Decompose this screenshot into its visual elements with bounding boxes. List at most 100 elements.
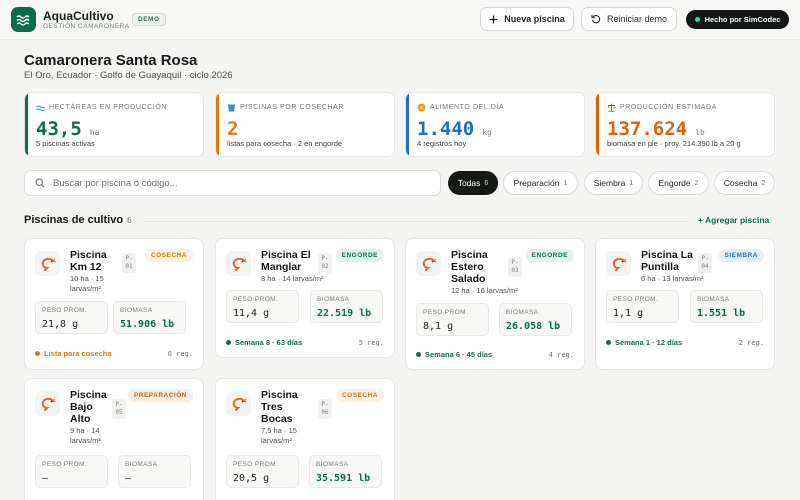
stat-value: 1.440 [417, 118, 475, 140]
section-divider [143, 221, 689, 222]
biomass-metric: BIOMASA 51.906 lb [113, 301, 186, 334]
record-count: 2 reg. [738, 339, 764, 347]
pool-status: Semana 8 · 63 días [226, 338, 302, 347]
scale-icon [607, 103, 616, 112]
stat-card-harvest: PISCINAS POR COSECHAR 2 listas para cose… [215, 92, 395, 157]
pool-card-p03[interactable]: Piscina Estero Salado P- 03 ENGORDE 12 ha ·… [405, 238, 585, 370]
stat-value-row: 137.624 lb [607, 118, 705, 140]
metric-value: 35.591 lb [316, 473, 371, 484]
pool-name-line: Piscina [261, 389, 298, 401]
pool-name-line: Bocas [261, 413, 293, 425]
metric-value: 20,5 g [233, 473, 270, 484]
app-logo[interactable] [11, 7, 36, 32]
filter-engorde[interactable]: Engorde 2 [648, 171, 709, 195]
pool-card-p04[interactable]: Piscina La Puntilla P- 04 SIEMBRA 6 ha · 1… [595, 238, 775, 370]
pool-status: Semana 1 · 12 días [606, 338, 682, 347]
pool-code: P- 06 [318, 399, 332, 419]
stat-value-row: 43,5 ha [36, 118, 99, 140]
metric-value: 11,4 g [233, 308, 270, 319]
stat-accent-bar [406, 93, 409, 156]
pool-card-p01[interactable]: Piscina Km 12 P- 01 COSECHA 10 ha · 15 larv… [24, 238, 204, 370]
stat-note: biomasa en pie · proy. 214.390 lb a 20 g [607, 139, 741, 148]
stat-note: 4 registros hoy [417, 139, 467, 148]
add-pool-link[interactable]: + Agregar piscina [698, 215, 769, 225]
pool-meta-line: 7,5 ha · 15 [261, 426, 297, 435]
filter-count: 6 [484, 179, 489, 187]
filter-cosecha[interactable]: Cosecha 2 [714, 171, 775, 195]
filter-count: 1 [629, 179, 634, 187]
stat-label: PRODUCCIÓN ESTIMADA [620, 104, 717, 111]
biomass-metric: BIOMASA 22.519 lb [310, 290, 383, 323]
pool-code: P- 02 [318, 253, 332, 273]
page-title: Camaronera Santa Rosa [24, 52, 198, 69]
search-placeholder: Buscar por piscina o código... [53, 177, 178, 189]
stat-unit: lb [695, 128, 705, 137]
weight-metric: PESO PROM. 21,8 g [35, 301, 108, 334]
metric-label: PESO PROM. [233, 296, 279, 303]
pool-name: Piscina Tres Bocas [261, 389, 298, 425]
stat-value: 137.624 [607, 118, 688, 140]
pool-code: P- 01 [122, 253, 136, 273]
record-count: 5 reg. [358, 339, 384, 347]
pool-card-p02[interactable]: Piscina El Manglar P- 02 ENGORDE 8 ha · 14… [215, 238, 395, 358]
status-dot-icon [35, 351, 40, 356]
pool-status-text: Lista para cosecha [44, 349, 112, 358]
pool-code-line: 04 [701, 263, 709, 270]
stat-unit: kg [482, 128, 492, 137]
section-title: Piscinas de cultivo [24, 214, 124, 226]
pool-name-line: Puntilla [641, 261, 679, 273]
pool-code-line: P- [125, 255, 133, 262]
metric-label: PESO PROM. [42, 461, 88, 468]
made-by-label: Hecho por SimCodec [704, 15, 781, 24]
stat-unit: ha [89, 128, 100, 137]
filter-preparacion[interactable]: Preparación 1 [503, 171, 578, 195]
weight-metric: PESO PROM. 8,1 g [416, 303, 489, 336]
status-badge: ENGORDE [335, 249, 384, 262]
stat-value: 43,5 [36, 118, 82, 140]
status-dot-icon [694, 17, 700, 22]
status-dot-icon [226, 340, 231, 345]
biomass-metric: BIOMASA 35.591 lb [309, 455, 382, 488]
metric-label: PESO PROM. [233, 461, 279, 468]
filter-count: 2 [694, 179, 699, 187]
filter-siembra[interactable]: Siembra 1 [584, 171, 643, 195]
record-count: 4 reg. [548, 351, 574, 359]
waves-icon [16, 14, 30, 26]
shrimp-icon [226, 251, 251, 276]
stat-accent-bar [216, 93, 219, 156]
pool-card-p05[interactable]: Piscina Bajo Alto P- 05 PREPARACIÓN 9 ha · … [24, 378, 204, 500]
app-name: AquaCultivo [43, 9, 114, 23]
made-by-link[interactable]: Hecho por SimCodec [686, 10, 789, 29]
metric-value: — [42, 473, 49, 484]
pool-code: P- 03 [508, 257, 522, 277]
metric-value: — [125, 473, 132, 484]
filter-label: Siembra [593, 178, 626, 188]
pool-status-text: Semana 6 · 45 días [425, 350, 493, 359]
pool-name-line: Km 12 [70, 261, 102, 273]
status-badge: PREPARACIÓN [127, 389, 193, 402]
stat-label-row: PISCINAS POR COSECHAR [227, 103, 344, 112]
metric-value: 51.906 lb [120, 319, 175, 330]
pool-code-line: P- [115, 401, 123, 408]
new-pool-button[interactable]: Nueva piscina [480, 7, 574, 31]
pool-meta-line: larvas/m² [261, 436, 292, 445]
pool-name-line: Manglar [261, 261, 302, 273]
pool-status-text: Semana 1 · 12 días [615, 338, 683, 347]
search-input[interactable]: Buscar por piscina o código... [24, 170, 441, 196]
reset-demo-button[interactable]: Reiniciar demo [581, 7, 677, 31]
pool-code-line: P- [321, 401, 329, 408]
pool-name-line: Tres [261, 401, 283, 413]
weight-metric: PESO PROM. 11,4 g [226, 290, 299, 323]
stat-label-row: PRODUCCIÓN ESTIMADA [607, 103, 717, 112]
water-icon [36, 105, 45, 112]
feed-icon [417, 103, 426, 112]
stat-label: PISCINAS POR COSECHAR [240, 104, 345, 111]
stat-label-row: HECTÁREAS EN PRODUCCIÓN [36, 103, 167, 112]
status-badge: COSECHA [144, 249, 193, 262]
section-count: 6 [127, 216, 132, 225]
pool-card-p06[interactable]: Piscina Tres Bocas P- 06 COSECHA 7,5 ha · 1… [215, 378, 395, 500]
pool-name-line: Salado [451, 273, 486, 285]
stat-value: 2 [227, 118, 239, 140]
metric-label: BIOMASA [697, 296, 730, 303]
filter-all[interactable]: Todas 6 [448, 171, 498, 195]
